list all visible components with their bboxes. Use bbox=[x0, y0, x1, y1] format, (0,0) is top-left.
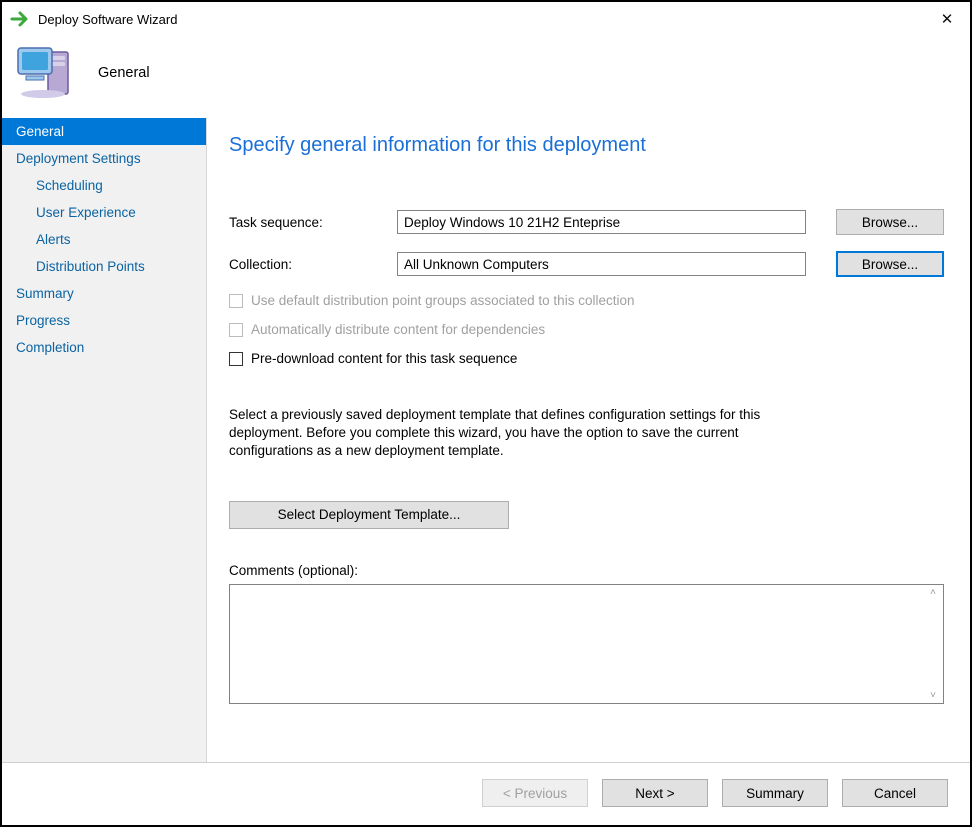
computer-icon bbox=[16, 46, 76, 100]
browse-task-sequence-button[interactable]: Browse... bbox=[836, 209, 944, 235]
task-sequence-row: Task sequence: Browse... bbox=[229, 209, 944, 235]
nav-item-label: Progress bbox=[16, 313, 70, 328]
cb-use-default-row: Use default distribution point groups as… bbox=[229, 293, 944, 308]
nav-item-scheduling[interactable]: Scheduling bbox=[2, 172, 206, 199]
scrollbar-icon[interactable]: ˄ ˅ bbox=[925, 587, 941, 701]
wizard-arrow-icon bbox=[10, 8, 32, 30]
nav-item-label: Alerts bbox=[36, 232, 71, 247]
previous-button: < Previous bbox=[482, 779, 588, 807]
nav-item-progress[interactable]: Progress bbox=[2, 307, 206, 334]
cb-predownload-label: Pre-download content for this task seque… bbox=[251, 351, 517, 366]
collection-label: Collection: bbox=[229, 257, 397, 272]
comments-label: Comments (optional): bbox=[229, 563, 944, 578]
template-explanation: Select a previously saved deployment tem… bbox=[229, 406, 769, 461]
task-sequence-input[interactable] bbox=[397, 210, 806, 234]
nav-item-label: Distribution Points bbox=[36, 259, 145, 274]
nav-item-label: Deployment Settings bbox=[16, 151, 141, 166]
cb-predownload-row: Pre-download content for this task seque… bbox=[229, 351, 944, 366]
task-sequence-label: Task sequence: bbox=[229, 215, 397, 230]
page-heading: Specify general information for this dep… bbox=[229, 134, 944, 157]
cb-predownload-content[interactable] bbox=[229, 352, 243, 366]
collection-row: Collection: Browse... bbox=[229, 251, 944, 277]
window-title: Deploy Software Wizard bbox=[38, 12, 177, 27]
nav-item-general[interactable]: General bbox=[2, 118, 206, 145]
wizard-header: General bbox=[2, 36, 970, 118]
cb-auto-distribute-row: Automatically distribute content for dep… bbox=[229, 322, 944, 337]
nav-item-label: Completion bbox=[16, 340, 84, 355]
close-icon[interactable]: ✕ bbox=[924, 2, 970, 36]
cb-use-default-label: Use default distribution point groups as… bbox=[251, 293, 634, 308]
collection-input[interactable] bbox=[397, 252, 806, 276]
scroll-down-icon[interactable]: ˅ bbox=[925, 690, 941, 701]
nav-item-summary[interactable]: Summary bbox=[2, 280, 206, 307]
nav-item-label: General bbox=[16, 124, 64, 139]
nav-item-deployment-settings[interactable]: Deployment Settings bbox=[2, 145, 206, 172]
header-section-name: General bbox=[98, 65, 150, 81]
cb-auto-distribute-content bbox=[229, 323, 243, 337]
nav-item-completion[interactable]: Completion bbox=[2, 334, 206, 361]
titlebar: Deploy Software Wizard ✕ bbox=[2, 2, 970, 36]
nav-item-distribution-points[interactable]: Distribution Points bbox=[2, 253, 206, 280]
nav-item-label: Scheduling bbox=[36, 178, 103, 193]
select-deployment-template-button[interactable]: Select Deployment Template... bbox=[229, 501, 509, 529]
scroll-up-icon[interactable]: ˄ bbox=[925, 587, 941, 598]
browse-collection-button[interactable]: Browse... bbox=[836, 251, 944, 277]
summary-button[interactable]: Summary bbox=[722, 779, 828, 807]
nav-item-alerts[interactable]: Alerts bbox=[2, 226, 206, 253]
nav-item-label: Summary bbox=[16, 286, 74, 301]
nav-item-user-experience[interactable]: User Experience bbox=[2, 199, 206, 226]
comments-box: ˄ ˅ bbox=[229, 584, 944, 704]
wizard-main-panel: Specify general information for this dep… bbox=[207, 118, 970, 762]
nav-item-label: User Experience bbox=[36, 205, 136, 220]
comments-textarea[interactable] bbox=[230, 585, 925, 703]
wizard-footer: < Previous Next > Summary Cancel bbox=[2, 763, 970, 825]
next-button[interactable]: Next > bbox=[602, 779, 708, 807]
wizard-nav-sidebar: General Deployment Settings Scheduling U… bbox=[2, 118, 207, 762]
cb-auto-distribute-label: Automatically distribute content for dep… bbox=[251, 322, 545, 337]
cb-use-default-dp-groups bbox=[229, 294, 243, 308]
cancel-button[interactable]: Cancel bbox=[842, 779, 948, 807]
